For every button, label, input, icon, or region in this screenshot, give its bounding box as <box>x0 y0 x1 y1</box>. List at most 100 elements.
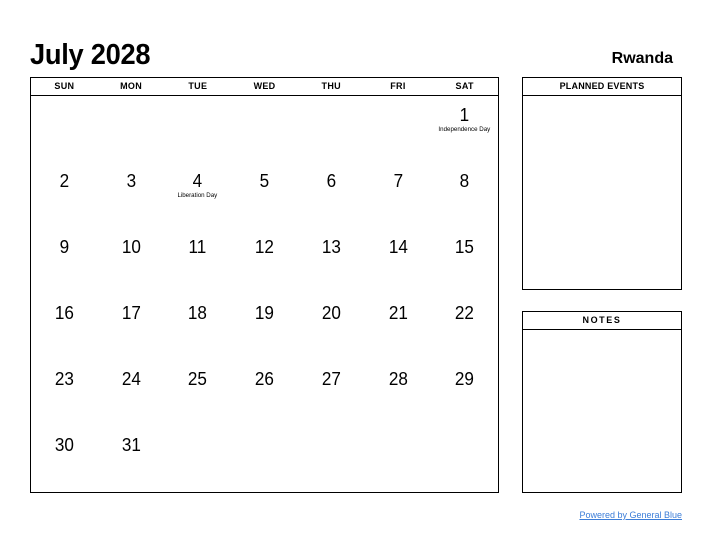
day-cell[interactable] <box>231 96 298 162</box>
day-number: 24 <box>121 369 141 389</box>
page-title: July 2028 <box>30 39 151 71</box>
day-number: 18 <box>188 303 208 323</box>
calendar-week-row: 9 10 11 12 13 14 15 <box>31 228 498 294</box>
day-cell[interactable]: 2 <box>31 162 98 228</box>
day-number: 8 <box>459 171 470 191</box>
country-label: Rwanda <box>611 50 673 67</box>
calendar-week-row: 23 24 25 26 27 28 29 <box>31 360 498 426</box>
day-cell[interactable]: 28 <box>365 360 432 426</box>
day-number: 14 <box>388 237 408 257</box>
day-cell[interactable]: 3 <box>98 162 165 228</box>
weekday-header-tue: TUE <box>188 81 208 91</box>
day-number: 29 <box>455 369 475 389</box>
day-cell[interactable] <box>298 426 365 492</box>
day-cell[interactable]: 31 <box>98 426 165 492</box>
day-number: 27 <box>321 369 341 389</box>
day-cell[interactable] <box>298 96 365 162</box>
notes-box: NOTES <box>522 311 682 493</box>
day-number: 15 <box>455 237 475 257</box>
day-cell[interactable] <box>365 426 432 492</box>
day-cell[interactable]: 14 <box>365 228 432 294</box>
day-number: 11 <box>188 237 207 257</box>
day-number: 26 <box>255 369 275 389</box>
calendar-week-row: 1 Independence Day <box>31 96 498 162</box>
notes-title: NOTES <box>523 312 681 330</box>
day-number: 23 <box>54 369 74 389</box>
footer: Powered by General Blue <box>422 505 682 523</box>
day-cell[interactable] <box>164 426 231 492</box>
day-cell[interactable]: 23 <box>31 360 98 426</box>
powered-by-link[interactable]: Powered by General Blue <box>579 510 682 520</box>
day-number: 20 <box>321 303 341 323</box>
day-number: 1 <box>459 105 470 125</box>
day-cell[interactable]: 15 <box>431 228 498 294</box>
day-cell[interactable]: 20 <box>298 294 365 360</box>
day-cell[interactable]: 13 <box>298 228 365 294</box>
day-cell[interactable]: 7 <box>365 162 432 228</box>
day-event-label: Independence Day <box>438 126 491 133</box>
day-cell[interactable]: 19 <box>231 294 298 360</box>
day-number: 5 <box>259 171 270 191</box>
weekday-header-sat: SAT <box>455 81 474 91</box>
planned-events-body[interactable] <box>523 96 681 289</box>
day-number: 21 <box>388 303 408 323</box>
planned-events-title: PLANNED EVENTS <box>523 78 681 96</box>
calendar-page: July 2028 Rwanda SUN MON TUE WED THU FRI… <box>0 0 712 550</box>
day-number: 31 <box>121 435 141 455</box>
day-cell[interactable]: 5 <box>231 162 298 228</box>
day-number: 17 <box>121 303 141 323</box>
day-number: 28 <box>388 369 408 389</box>
weekday-header-fri: FRI <box>390 81 406 91</box>
day-cell[interactable]: 8 <box>431 162 498 228</box>
day-number: 4 <box>193 171 203 191</box>
day-cell[interactable]: 9 <box>31 228 98 294</box>
day-cell[interactable] <box>31 96 98 162</box>
day-cell[interactable] <box>431 426 498 492</box>
day-number: 3 <box>126 171 136 191</box>
calendar-weeks: 1 Independence Day 2 3 4 Liberation Day <box>31 96 498 492</box>
day-cell[interactable]: 1 Independence Day <box>431 96 498 162</box>
calendar-week-row: 30 31 <box>31 426 498 492</box>
calendar-week-row: 16 17 18 19 20 21 22 <box>31 294 498 360</box>
day-number: 19 <box>255 303 275 323</box>
day-number: 6 <box>326 171 336 191</box>
day-number: 2 <box>59 171 70 191</box>
day-event-label: Liberation Day <box>177 192 218 199</box>
day-cell[interactable]: 12 <box>231 228 298 294</box>
day-cell[interactable]: 25 <box>164 360 231 426</box>
day-cell[interactable]: 18 <box>164 294 231 360</box>
day-cell[interactable] <box>365 96 432 162</box>
day-cell[interactable]: 26 <box>231 360 298 426</box>
day-cell[interactable]: 29 <box>431 360 498 426</box>
day-cell[interactable] <box>164 96 231 162</box>
weekday-header-wed: WED <box>253 81 276 91</box>
day-cell[interactable]: 24 <box>98 360 165 426</box>
weekday-header-thu: THU <box>321 81 341 91</box>
day-number: 13 <box>321 237 341 257</box>
planned-events-box: PLANNED EVENTS <box>522 77 682 290</box>
day-cell[interactable]: 11 <box>164 228 231 294</box>
day-number: 25 <box>188 369 208 389</box>
day-cell[interactable]: 30 <box>31 426 98 492</box>
day-cell[interactable]: 16 <box>31 294 98 360</box>
day-cell[interactable] <box>98 96 165 162</box>
day-cell[interactable] <box>231 426 298 492</box>
day-number: 9 <box>59 237 70 257</box>
weekday-header-mon: MON <box>120 81 143 91</box>
day-number: 10 <box>121 237 141 257</box>
calendar-grid: SUN MON TUE WED THU FRI SAT 1 Independen… <box>30 77 499 493</box>
day-cell[interactable]: 17 <box>98 294 165 360</box>
day-number: 7 <box>393 171 403 191</box>
day-cell[interactable]: 10 <box>98 228 165 294</box>
day-cell[interactable]: 22 <box>431 294 498 360</box>
day-number: 16 <box>54 303 74 323</box>
day-cell[interactable]: 4 Liberation Day <box>164 162 231 228</box>
day-number: 12 <box>255 237 275 257</box>
calendar-week-row: 2 3 4 Liberation Day 5 6 7 8 <box>31 162 498 228</box>
day-cell[interactable]: 21 <box>365 294 432 360</box>
day-cell[interactable]: 6 <box>298 162 365 228</box>
day-cell[interactable]: 27 <box>298 360 365 426</box>
weekday-header-row: SUN MON TUE WED THU FRI SAT <box>31 78 498 96</box>
page-header: July 2028 Rwanda <box>30 28 673 70</box>
notes-body[interactable] <box>523 330 681 492</box>
